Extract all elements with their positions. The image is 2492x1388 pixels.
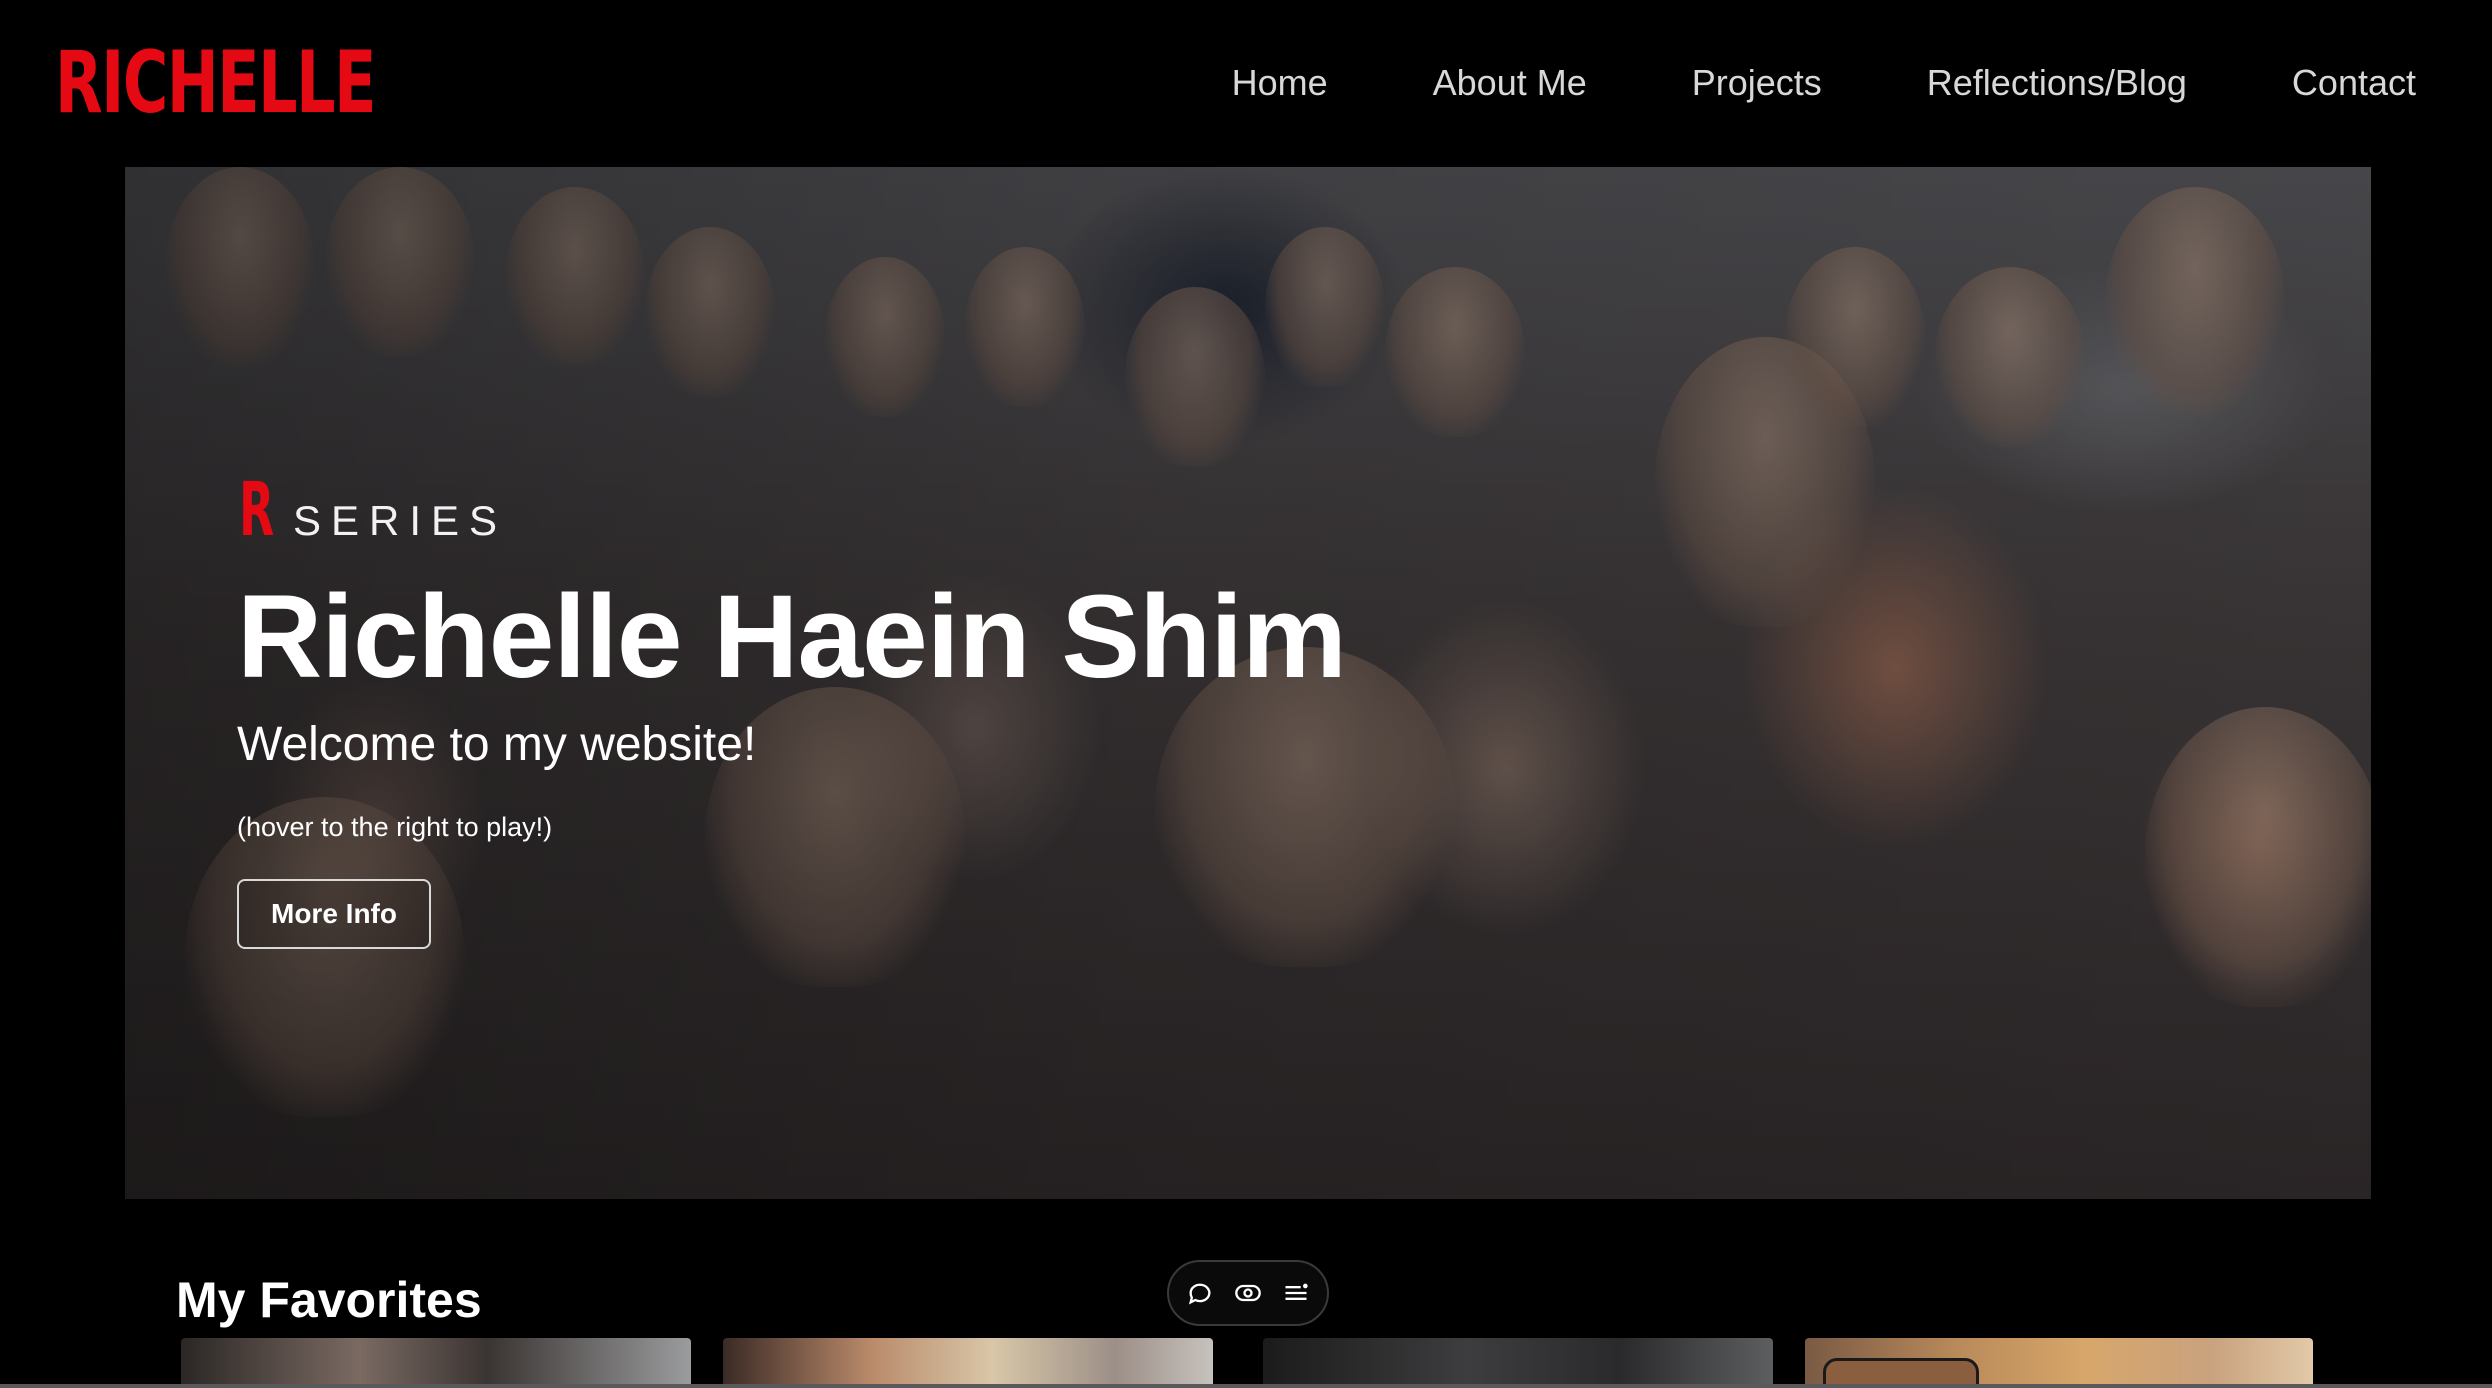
favorite-thumbnail-3[interactable]	[1263, 1338, 1773, 1388]
site-logo[interactable]: RICHELLE	[55, 38, 376, 128]
window-bottom-edge	[0, 1384, 2492, 1388]
favorite-thumbnail-4[interactable]	[1805, 1338, 2313, 1388]
more-info-button[interactable]: More Info	[237, 879, 431, 949]
menu-list-icon[interactable]	[1279, 1276, 1313, 1310]
hero-title: Richelle Haein Shim	[237, 571, 1347, 703]
series-word: SERIES	[293, 497, 508, 544]
favorite-thumbnail-2[interactable]	[723, 1338, 1213, 1388]
eye-icon[interactable]	[1231, 1276, 1265, 1310]
hero-hint: (hover to the right to play!)	[237, 812, 553, 842]
favorites-heading: My Favorites	[176, 1272, 482, 1328]
series-label: R SERIES	[239, 472, 507, 548]
nav-reflections-blog[interactable]: Reflections/Blog	[1927, 58, 2187, 108]
nav-home[interactable]: Home	[1232, 58, 1328, 108]
floating-toolbar	[1167, 1260, 1329, 1326]
nav-about-me[interactable]: About Me	[1433, 58, 1587, 108]
nav-projects[interactable]: Projects	[1692, 58, 1822, 108]
hero-banner[interactable]: R SERIES Richelle Haein Shim Welcome to …	[125, 167, 2371, 1199]
series-logo-letter: R	[239, 467, 275, 553]
page: RICHELLE Home About Me Projects Reflecti…	[0, 0, 2492, 1388]
favorite-thumbnail-1[interactable]	[181, 1338, 691, 1388]
comment-icon[interactable]	[1183, 1276, 1217, 1310]
nav-contact[interactable]: Contact	[2292, 58, 2416, 108]
main-nav: Home About Me Projects Reflections/Blog …	[1232, 58, 2416, 108]
site-header: RICHELLE Home About Me Projects Reflecti…	[0, 0, 2492, 166]
hero-subtitle: Welcome to my website!	[237, 718, 757, 771]
